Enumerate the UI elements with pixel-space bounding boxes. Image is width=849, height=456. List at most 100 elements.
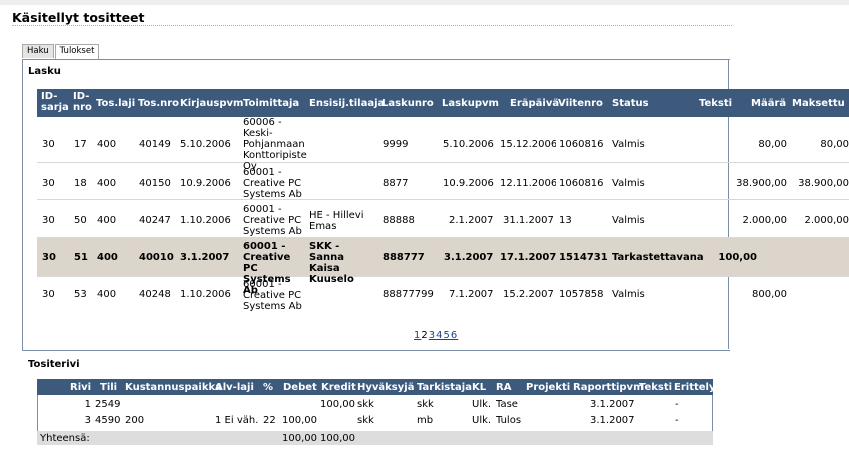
cell-status: Valmis [612,215,645,226]
cell-idsarja: 30 [42,178,55,189]
cell-idsarja: 30 [42,252,56,263]
col-idnro[interactable]: ID-nro [73,89,93,113]
tab-tulokset[interactable]: Tulokset [54,44,100,60]
col-projekti[interactable]: Projekti [526,382,570,393]
tositerivi-header: Rivi Tili Kustannuspaikka Alv-laji % Deb… [37,379,715,395]
page-link-5[interactable]: 5 [444,330,451,341]
cell-ra: Tulos [496,415,522,426]
tab-haku[interactable]: Haku [22,44,54,58]
col-toslaji[interactable]: Tos.laji [96,96,135,109]
cell-erapaiva: 17.1.2007 [500,252,557,263]
cell-idnro: 53 [74,289,87,300]
cell-laskunro: 8877 [383,178,409,189]
col-tosnro[interactable]: Tos.nro [138,96,179,109]
col-ra[interactable]: RA [496,382,511,393]
col-kredit[interactable]: Kredit [321,382,356,393]
col-tili[interactable]: Tili [100,382,117,393]
cell-maara: 38.900,00 [736,178,787,189]
cell-toslaji: 400 [97,178,117,189]
cell-ensisij: HE - Hillevi Emas [309,210,364,232]
col-toimittaja[interactable]: Toimittaja [243,96,299,109]
page-link-6[interactable]: 6 [451,330,458,341]
cell-viitenro: 1057858 [559,289,604,300]
cell-viitenro: 1060816 [559,139,604,150]
cell-tosnro: 40149 [139,139,171,150]
table-row[interactable]: 30 18 400 40150 10.9.2006 60001 - Creati… [37,163,849,200]
title-divider [12,25,732,26]
col-raporttipvm[interactable]: Raporttipvm [573,382,644,393]
col-viitenro[interactable]: Viitenro [558,96,603,109]
col-ensisij[interactable]: Ensisij.tilaaja [309,96,384,109]
lasku-grid: ID-sarja ID-nro Tos.laji Tos.nro Kirjaus… [37,89,849,312]
cell-laskunro: 888777 [383,252,425,263]
col-rivi[interactable]: Rivi [70,382,91,393]
col-laskunro[interactable]: Laskunro [382,96,434,109]
cell-viitenro: 1514731 [559,252,608,263]
col-pct[interactable]: % [263,382,273,393]
cell-rivi: 3 [84,415,91,426]
cell-toslaji: 400 [97,289,117,300]
cell-erittely: - [675,399,679,410]
page-link-4[interactable]: 4 [436,330,443,341]
col-teksti[interactable]: Teksti [699,96,732,109]
tositerivi-total-row: Yhteensä: 100,00 100,00 [37,431,713,445]
cell-maara: 800,00 [752,289,787,300]
col-maara[interactable]: Määrä [751,96,786,109]
col-status[interactable]: Status [612,96,649,109]
cell-idsarja: 30 [42,215,55,226]
col-kirjauspvm[interactable]: Kirjauspvm [180,96,243,109]
cell-toslaji: 400 [97,139,117,150]
cell-status: Valmis [612,178,645,189]
cell-debet: 100,00 [282,415,317,426]
table-row[interactable]: 30 50 400 40247 1.10.2006 60001 - Creati… [37,200,849,238]
cell-idnro: 17 [74,139,87,150]
col-kustannuspaikka[interactable]: Kustannuspaikka [125,382,222,393]
cell-erittely: - [675,415,679,426]
cell-tili: 4590 [95,415,121,426]
cell-kirjauspvm: 5.10.2006 [180,139,231,150]
cell-tosnro: 40010 [139,252,174,263]
cell-kustannuspaikka: 200 [125,415,145,426]
tositerivi-row[interactable]: 1 2549 100,00 skk skk Ulk. Tase 3.1.2007… [37,399,713,413]
cell-laskupvm: 7.1.2007 [449,289,494,300]
cell-maara: 2.000,00 [742,215,787,226]
col-idsarja[interactable]: ID-sarja [41,89,69,113]
cell-maara: 80,00 [758,139,787,150]
col-debet[interactable]: Debet [283,382,317,393]
col-erapaiva[interactable]: Eräpäivä [510,96,559,109]
cell-raporttipvm: 3.1.2007 [590,399,635,410]
lasku-section-title: Lasku [28,66,61,77]
cell-erapaiva: 31.1.2007 [503,215,554,226]
cell-status: Valmis [612,139,645,150]
total-label: Yhteensä: [40,433,90,444]
lasku-grid-header: ID-sarja ID-nro Tos.laji Tos.nro Kirjaus… [37,89,849,117]
col-hyvaksyja[interactable]: Hyväksyjä [357,382,414,393]
cell-laskupvm: 2.1.2007 [449,215,494,226]
tab-bar: Haku Tulokset [22,44,100,60]
col-erittely[interactable]: Erittely [674,382,715,393]
cell-hyvaksyja: skk [357,415,374,426]
cell-kirjauspvm: 1.10.2006 [180,215,231,226]
cell-toimittaja: 60001 - Creative PC Systems Ab [243,167,302,200]
cell-tili: 2549 [95,399,121,410]
total-kredit: 100,00 [320,433,355,444]
cell-tarkistaja: skk [417,399,434,410]
cell-hyvaksyja: skk [357,399,374,410]
table-row-selected[interactable]: 30 51 400 40010 3.1.2007 60001 - Creativ… [37,238,849,296]
cell-idnro: 50 [74,215,87,226]
table-row[interactable]: 30 53 400 40248 1.10.2006 60001 - Creati… [37,277,849,315]
tositerivi-row[interactable]: 3 4590 200 1 Ei väh. 22 100,00 skk mb Ul… [37,415,713,429]
col-maksettu[interactable]: Maksettu [792,96,845,109]
cell-erapaiva: 15.2.2007 [503,289,554,300]
col-kl[interactable]: KL [472,382,486,393]
col-alvlaji[interactable]: Alv-laji [215,382,254,393]
cell-laskupvm: 3.1.2007 [444,252,494,263]
col-teksti[interactable]: Teksti [639,382,672,393]
table-row[interactable]: 30 17 400 40149 5.10.2006 60006 - Keski-… [37,117,849,172]
col-tarkistaja[interactable]: Tarkistaja [417,382,472,393]
col-laskupvm[interactable]: Laskupvm [442,96,499,109]
cell-status: Tarkastettavana [612,252,704,263]
cell-toimittaja: 60001 - Creative PC Systems Ab [243,204,302,237]
cell-maara: 100,00 [718,252,757,263]
cell-toimittaja: 60001 - Creative PC Systems Ab [243,279,302,312]
